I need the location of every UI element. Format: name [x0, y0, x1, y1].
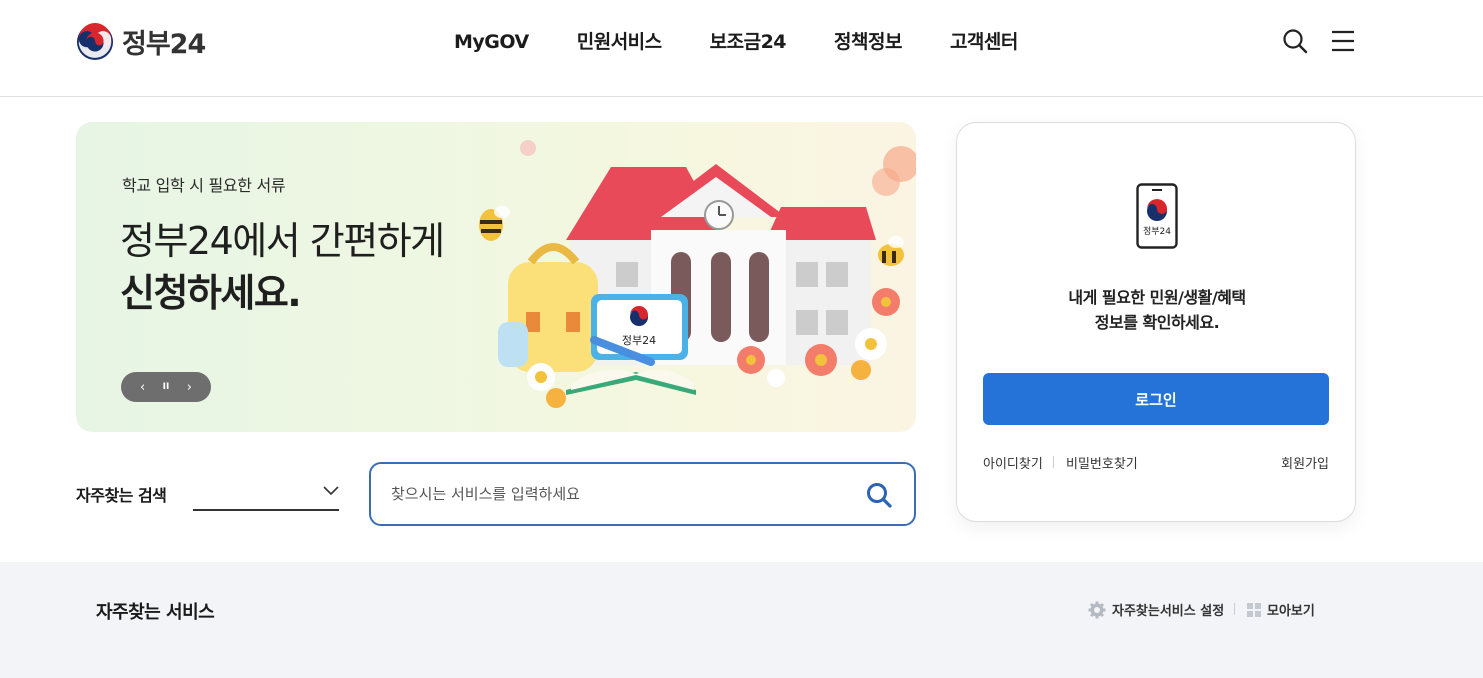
banner-headline-line2: 신청하세요. — [120, 271, 302, 315]
link-divider — [1053, 456, 1054, 468]
logo-text: 정부24 — [122, 29, 206, 60]
login-links: 아이디찾기 비밀번호찾기 회원가입 — [983, 453, 1329, 473]
nav-civil-service[interactable]: 민원서비스 — [553, 28, 686, 56]
service-settings-label: 자주찾는서비스 설정 — [1112, 604, 1225, 619]
search-submit-icon[interactable] — [865, 481, 893, 509]
login-card: 정부24 내게 필요한 민원/생활/혜택 정보를 확인하세요. 로그인 아이디찾… — [956, 122, 1356, 522]
svg-text:정부24: 정부24 — [1143, 226, 1171, 237]
site-logo[interactable]: 정부24 — [76, 22, 206, 61]
chevron-down-icon — [323, 486, 339, 496]
service-settings-link[interactable]: 자주찾는서비스 설정 — [1088, 600, 1224, 619]
nav-policy-info[interactable]: 정책정보 — [810, 28, 926, 56]
nav-mygov[interactable]: MyGOV — [430, 28, 553, 56]
site-header: 정부24 MyGOV 민원서비스 보조금24 정책정보 고객센터 — [0, 0, 1483, 97]
school-illustration: 정부24 — [479, 140, 916, 408]
find-password-link[interactable]: 비밀번호찾기 — [1066, 453, 1138, 472]
banner-headline-line1: 정부24에서 간편하게 — [120, 219, 445, 263]
nav-customer-center[interactable]: 고객센터 — [926, 28, 1042, 56]
login-message: 내게 필요한 민원/생활/혜택 정보를 확인하세요. — [957, 285, 1357, 335]
frequent-search-dropdown[interactable] — [193, 474, 339, 511]
frequent-search-label: 자주찾는 검색 — [76, 486, 167, 505]
view-all-label: 모아보기 — [1267, 604, 1315, 619]
banner-controls: ‹ II › — [121, 372, 211, 402]
banner-next-button[interactable]: › — [180, 378, 198, 396]
grid-icon — [1247, 602, 1261, 617]
banner-prev-button[interactable]: ‹ — [134, 378, 152, 396]
hamburger-menu-icon[interactable] — [1331, 30, 1355, 52]
banner-pause-button[interactable]: II — [157, 378, 175, 396]
section-title: 자주찾는 서비스 — [96, 602, 215, 623]
view-all-link[interactable]: 모아보기 — [1247, 600, 1315, 619]
link-divider — [1234, 603, 1235, 615]
service-search-input[interactable] — [391, 464, 851, 524]
login-message-line1: 내게 필요한 민원/생활/혜택 — [1068, 288, 1246, 307]
banner-subtitle: 학교 입학 시 필요한 서류 — [122, 176, 286, 195]
main-nav: MyGOV 민원서비스 보조금24 정책정보 고객센터 — [430, 28, 1042, 56]
nav-subsidy24[interactable]: 보조금24 — [686, 28, 810, 56]
service-search-box — [369, 462, 916, 526]
frequent-services-section: 자주찾는 서비스 자주찾는서비스 설정 모아보기 — [0, 562, 1483, 678]
sign-up-link[interactable]: 회원가입 — [1281, 453, 1329, 472]
gear-icon — [1088, 601, 1106, 618]
login-message-line2: 정보를 확인하세요. — [1094, 313, 1220, 332]
mobile-phone-icon: 정부24 — [1136, 183, 1178, 249]
taegeuk-logo-icon — [76, 22, 114, 60]
svg-text:정부24: 정부24 — [622, 334, 656, 347]
login-button[interactable]: 로그인 — [983, 373, 1329, 425]
main-banner[interactable]: 학교 입학 시 필요한 서류 정부24에서 간편하게 신청하세요. ‹ II › — [76, 122, 916, 432]
search-icon[interactable] — [1282, 28, 1308, 54]
find-id-link[interactable]: 아이디찾기 — [983, 453, 1043, 472]
